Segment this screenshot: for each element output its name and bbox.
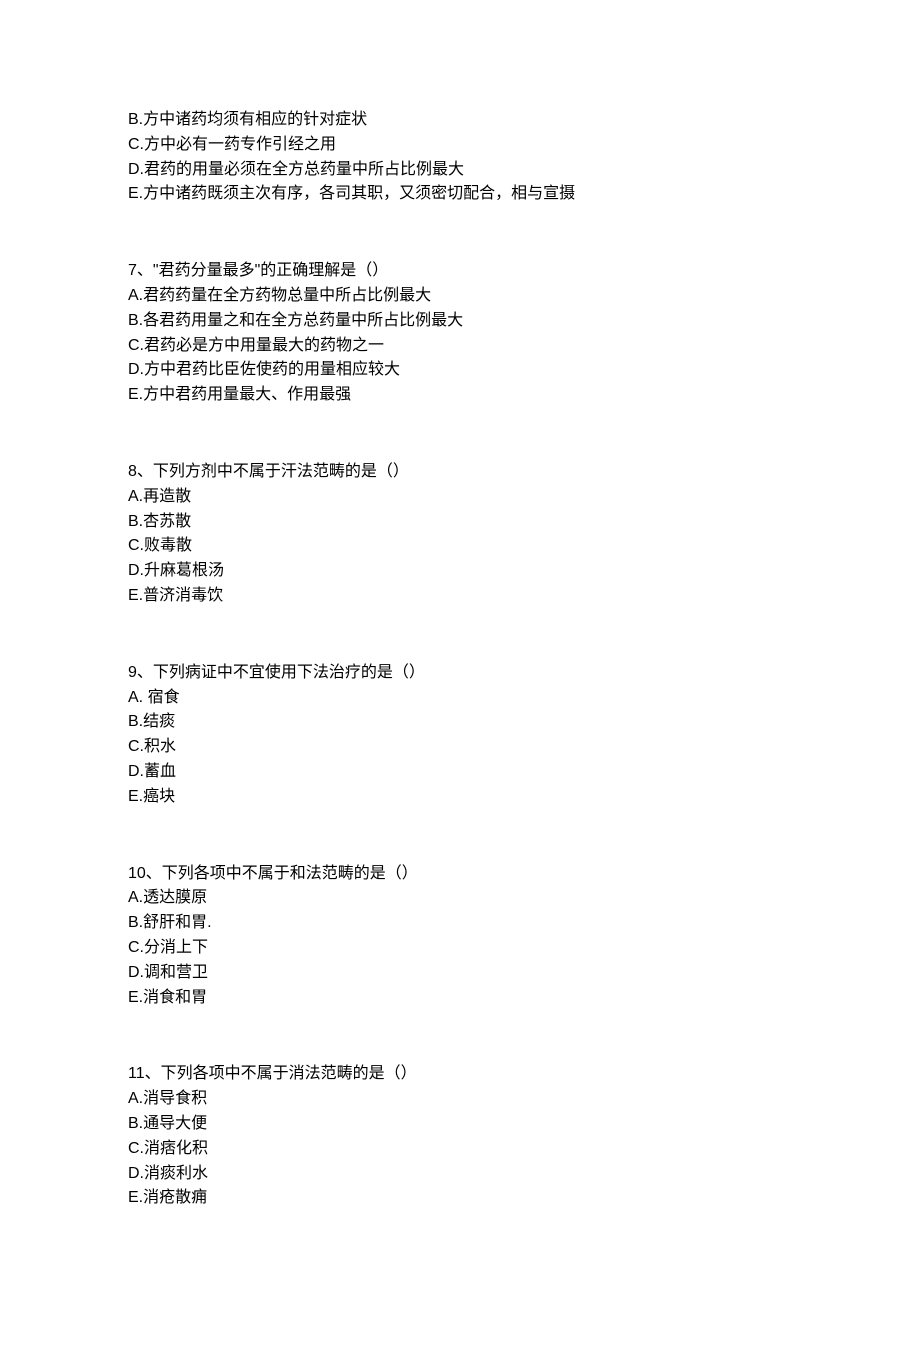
question-7: 7、"君药分量最多"的正确理解是（） A.君药药量在全方药物总量中所占比例最大 …: [128, 259, 920, 408]
question-stem: 9、下列病证中不宜使用下法治疗的是（）: [128, 661, 920, 686]
option-e: E.消食和胃: [128, 986, 920, 1011]
option-b: B.舒肝和胃.: [128, 911, 920, 936]
option-d: D.君药的用量必须在全方总药量中所占比例最大: [128, 158, 920, 183]
option-c: C.消痞化积: [128, 1137, 920, 1162]
option-e: E.普济消毒饮: [128, 584, 920, 609]
question-stem: 7、"君药分量最多"的正确理解是（）: [128, 259, 920, 284]
option-e: E.方中君药用量最大、作用最强: [128, 383, 920, 408]
option-b: B.方中诸药均须有相应的针对症状: [128, 108, 920, 133]
option-d: D.调和营卫: [128, 961, 920, 986]
option-e: E.方中诸药既须主次有序，各司其职，又须密切配合，相与宣摄: [128, 182, 920, 207]
option-a: A. 宿食: [128, 686, 920, 711]
option-d: D.蓄血: [128, 760, 920, 785]
option-a: A.消导食积: [128, 1087, 920, 1112]
option-a: A.透达膜原: [128, 886, 920, 911]
question-9: 9、下列病证中不宜使用下法治疗的是（） A. 宿食 B.结痰 C.积水 D.蓄血…: [128, 661, 920, 810]
option-a: A.再造散: [128, 485, 920, 510]
option-b: B.各君药用量之和在全方总药量中所占比例最大: [128, 309, 920, 334]
question-stem: 11、下列各项中不属于消法范畴的是（）: [128, 1062, 920, 1087]
option-a: A.君药药量在全方药物总量中所占比例最大: [128, 284, 920, 309]
question-continuation: B.方中诸药均须有相应的针对症状 C.方中必有一药专作引经之用 D.君药的用量必…: [128, 108, 920, 207]
option-e: E.消疮散痈: [128, 1186, 920, 1211]
option-d: D.方中君药比臣佐使药的用量相应较大: [128, 358, 920, 383]
option-d: D.升麻葛根汤: [128, 559, 920, 584]
option-e: E.癌块: [128, 785, 920, 810]
option-c: C.分消上下: [128, 936, 920, 961]
question-stem: 10、下列各项中不属于和法范畴的是（）: [128, 862, 920, 887]
option-c: C.方中必有一药专作引经之用: [128, 133, 920, 158]
option-d: D.消痰利水: [128, 1162, 920, 1187]
option-b: B.结痰: [128, 710, 920, 735]
question-8: 8、下列方剂中不属于汗法范畴的是（） A.再造散 B.杏苏散 C.败毒散 D.升…: [128, 460, 920, 609]
option-b: B.通导大便: [128, 1112, 920, 1137]
question-stem: 8、下列方剂中不属于汗法范畴的是（）: [128, 460, 920, 485]
option-c: C.积水: [128, 735, 920, 760]
question-11: 11、下列各项中不属于消法范畴的是（） A.消导食积 B.通导大便 C.消痞化积…: [128, 1062, 920, 1211]
option-c: C.君药必是方中用量最大的药物之一: [128, 334, 920, 359]
question-10: 10、下列各项中不属于和法范畴的是（） A.透达膜原 B.舒肝和胃. C.分消上…: [128, 862, 920, 1011]
option-c: C.败毒散: [128, 534, 920, 559]
option-b: B.杏苏散: [128, 510, 920, 535]
